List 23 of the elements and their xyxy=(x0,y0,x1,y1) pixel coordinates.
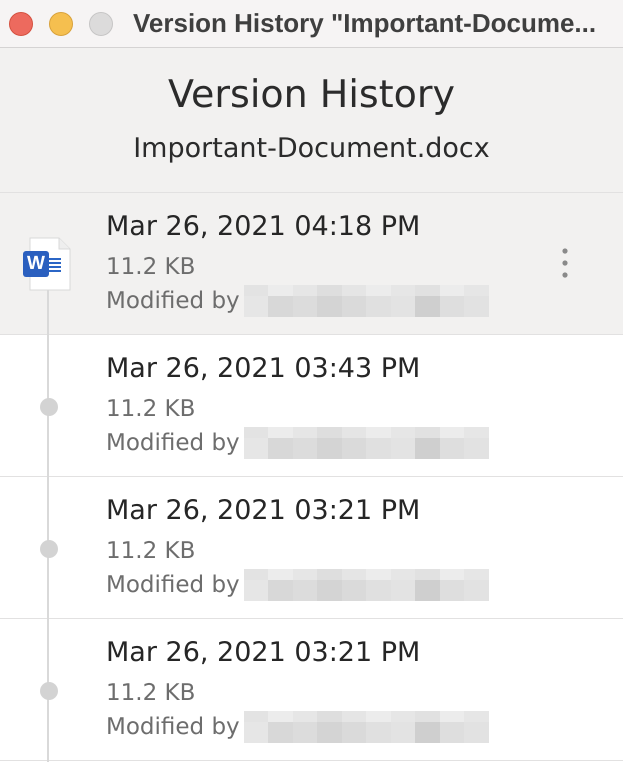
modified-by-label: Modified by xyxy=(106,430,240,456)
timeline-dot-icon xyxy=(40,682,58,700)
version-date: Mar 26, 2021 03:21 PM xyxy=(106,637,420,669)
timeline-dot-icon xyxy=(40,540,58,558)
panel-title: Version History xyxy=(168,71,455,117)
window-title: Version History "Important-Docume... xyxy=(133,7,596,40)
close-button[interactable] xyxy=(9,12,33,36)
file-name: Important-Document.docx xyxy=(133,133,490,165)
version-date: Mar 26, 2021 04:18 PM xyxy=(106,211,420,243)
version-row[interactable]: W Mar 26, 2021 04:18 PM 11.2 KB Modified by xyxy=(0,193,623,335)
modified-by-label: Modified by xyxy=(106,572,240,598)
modified-by-label: Modified by xyxy=(106,288,240,314)
file-size: 11.2 KB xyxy=(106,538,196,564)
letter-badge: W xyxy=(23,251,49,277)
file-size: 11.2 KB xyxy=(106,254,196,280)
version-date: Mar 26, 2021 03:21 PM xyxy=(106,495,420,527)
modified-by-label: Modified by xyxy=(106,714,240,740)
file-size: 11.2 KB xyxy=(106,680,196,706)
timeline-dot-icon xyxy=(40,398,58,416)
version-date: Mar 26, 2021 03:43 PM xyxy=(106,353,420,385)
more-icon xyxy=(562,248,568,278)
minimize-button[interactable] xyxy=(49,12,73,36)
file-size: 11.2 KB xyxy=(106,396,196,422)
